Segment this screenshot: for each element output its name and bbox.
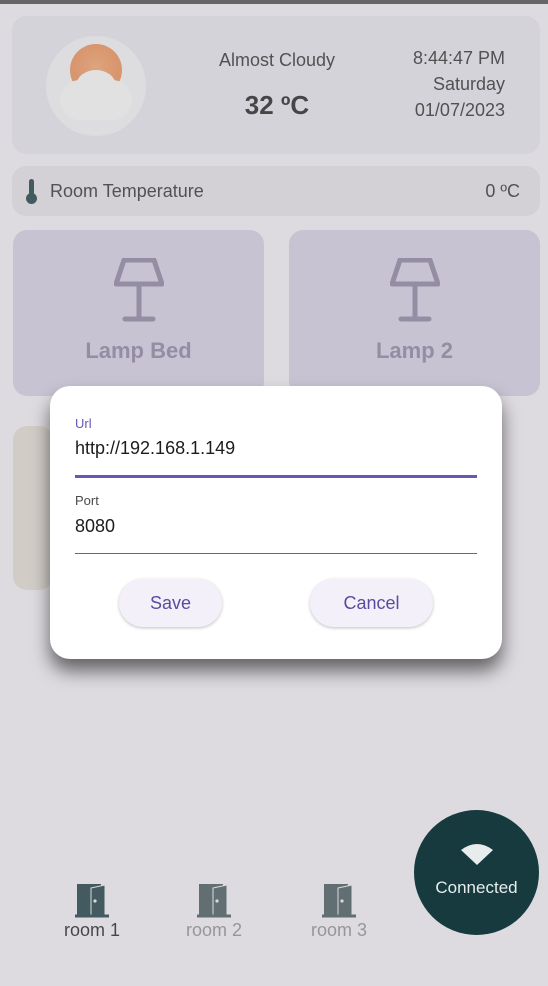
save-button[interactable]: Save	[119, 579, 222, 627]
connection-status-button[interactable]: Connected	[414, 810, 539, 935]
url-field-underline	[75, 475, 477, 478]
wifi-icon	[461, 844, 493, 865]
port-field-underline	[75, 553, 477, 554]
cancel-button[interactable]: Cancel	[310, 579, 433, 627]
server-settings-dialog: Url http://192.168.1.149 Port 8080 Save …	[50, 386, 502, 659]
url-field-label: Url	[75, 416, 92, 431]
port-field[interactable]: 8080	[75, 516, 115, 537]
url-field[interactable]: http://192.168.1.149	[75, 438, 235, 459]
port-field-label: Port	[75, 493, 99, 508]
connection-status-label: Connected	[435, 878, 518, 897]
